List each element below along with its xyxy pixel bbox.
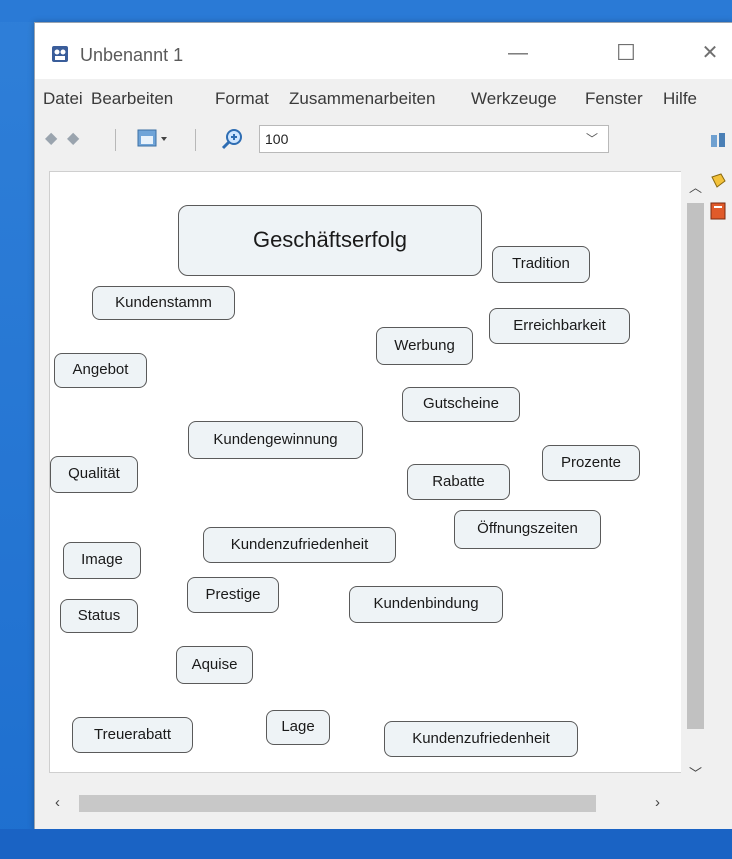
concept-node-image[interactable]: Image [63,542,141,579]
concept-node-prozente[interactable]: Prozente [542,445,640,481]
minimize-button[interactable]: — [495,33,541,73]
concept-node-qualitaet[interactable]: Qualität [50,456,138,493]
menu-hilfe[interactable]: Hilfe [663,89,697,109]
chevron-down-icon: ﹀ [585,132,598,146]
app-window: Unbenannt 1 — ☐ ✕ Datei Bearbeiten Forma… [34,22,732,830]
menu-fenster[interactable]: Fenster [585,89,643,109]
window-title: Unbenannt 1 [80,45,184,65]
concept-node-angebot[interactable]: Angebot [54,353,147,388]
menu-bar: Datei Bearbeiten Format Zusammenarbeiten… [35,81,732,115]
menu-datei[interactable]: Datei [43,89,83,109]
concept-node-lage[interactable]: Lage [266,710,330,745]
concept-node-kundenstamm[interactable]: Kundenstamm [92,286,235,320]
zoom-icon[interactable] [221,127,245,151]
concept-node-gutscheine[interactable]: Gutscheine [402,387,520,422]
zoom-value: 100 [265,131,289,147]
forward-arrow-icon[interactable]: ◆ [67,128,79,148]
concept-node-tradition[interactable]: Tradition [492,246,590,283]
scroll-up-icon[interactable]: ︿ [689,177,702,196]
concept-node-treuerabatt[interactable]: Treuerabatt [72,717,193,753]
menu-format[interactable]: Format [215,89,269,109]
styles-icon[interactable] [709,131,729,151]
concept-node-kundenbindung[interactable]: Kundenbindung [349,586,503,623]
concept-node-kundenzufriedenheit1[interactable]: Kundenzufriedenheit [203,527,396,563]
concept-node-oeffnungszeiten[interactable]: Öffnungszeiten [454,510,601,549]
back-arrow-icon[interactable]: ◆ [45,128,57,148]
app-icon [52,46,68,62]
book-icon[interactable] [709,201,727,221]
toolbar-separator [195,129,196,151]
concept-node-kundengewinnung[interactable]: Kundengewinnung [188,421,363,459]
concept-node-geschaeftserfolg[interactable]: Geschäftserfolg [178,205,482,276]
concept-node-erreichbarkeit[interactable]: Erreichbarkeit [489,308,630,344]
paint-bucket-icon[interactable] [709,171,729,191]
vertical-scroll-thumb[interactable] [687,203,704,729]
concept-node-kundenzufriedenheit2[interactable]: Kundenzufriedenheit [384,721,578,757]
maximize-button[interactable]: ☐ [603,33,649,73]
toolbar-separator [115,129,116,151]
concept-node-aquise[interactable]: Aquise [176,646,253,684]
concept-node-rabatte[interactable]: Rabatte [407,464,510,500]
view-options-icon[interactable] [137,128,171,150]
scroll-left-icon[interactable]: ‹ [55,794,60,811]
concept-map-canvas[interactable]: Geschäftserfolg Tradition Kundenstamm Werbu… [49,171,697,773]
concept-node-status[interactable]: Status [60,599,138,633]
zoom-select[interactable]: 100 ﹀ [259,125,609,153]
toolbar: ◆ ◆ 100 ﹀ [35,120,732,160]
title-bar[interactable]: Unbenannt 1 — ☐ ✕ [35,23,732,79]
taskbar-strip [0,829,732,859]
concept-node-werbung[interactable]: Werbung [376,327,473,365]
concept-node-prestige[interactable]: Prestige [187,577,279,613]
desktop-background [0,0,732,22]
scroll-down-icon[interactable]: ﹀ [689,763,702,782]
horizontal-scrollbar[interactable]: ‹ › [49,791,695,815]
horizontal-scroll-thumb[interactable] [79,795,596,812]
menu-zusammenarbeiten[interactable]: Zusammenarbeiten [289,89,435,109]
menu-bearbeiten[interactable]: Bearbeiten [91,89,173,109]
vertical-scrollbar[interactable]: ︿ ﹀ [681,171,708,791]
scroll-right-icon[interactable]: › [655,794,660,811]
menu-werkzeuge[interactable]: Werkzeuge [471,89,557,109]
close-button[interactable]: ✕ [687,33,732,73]
